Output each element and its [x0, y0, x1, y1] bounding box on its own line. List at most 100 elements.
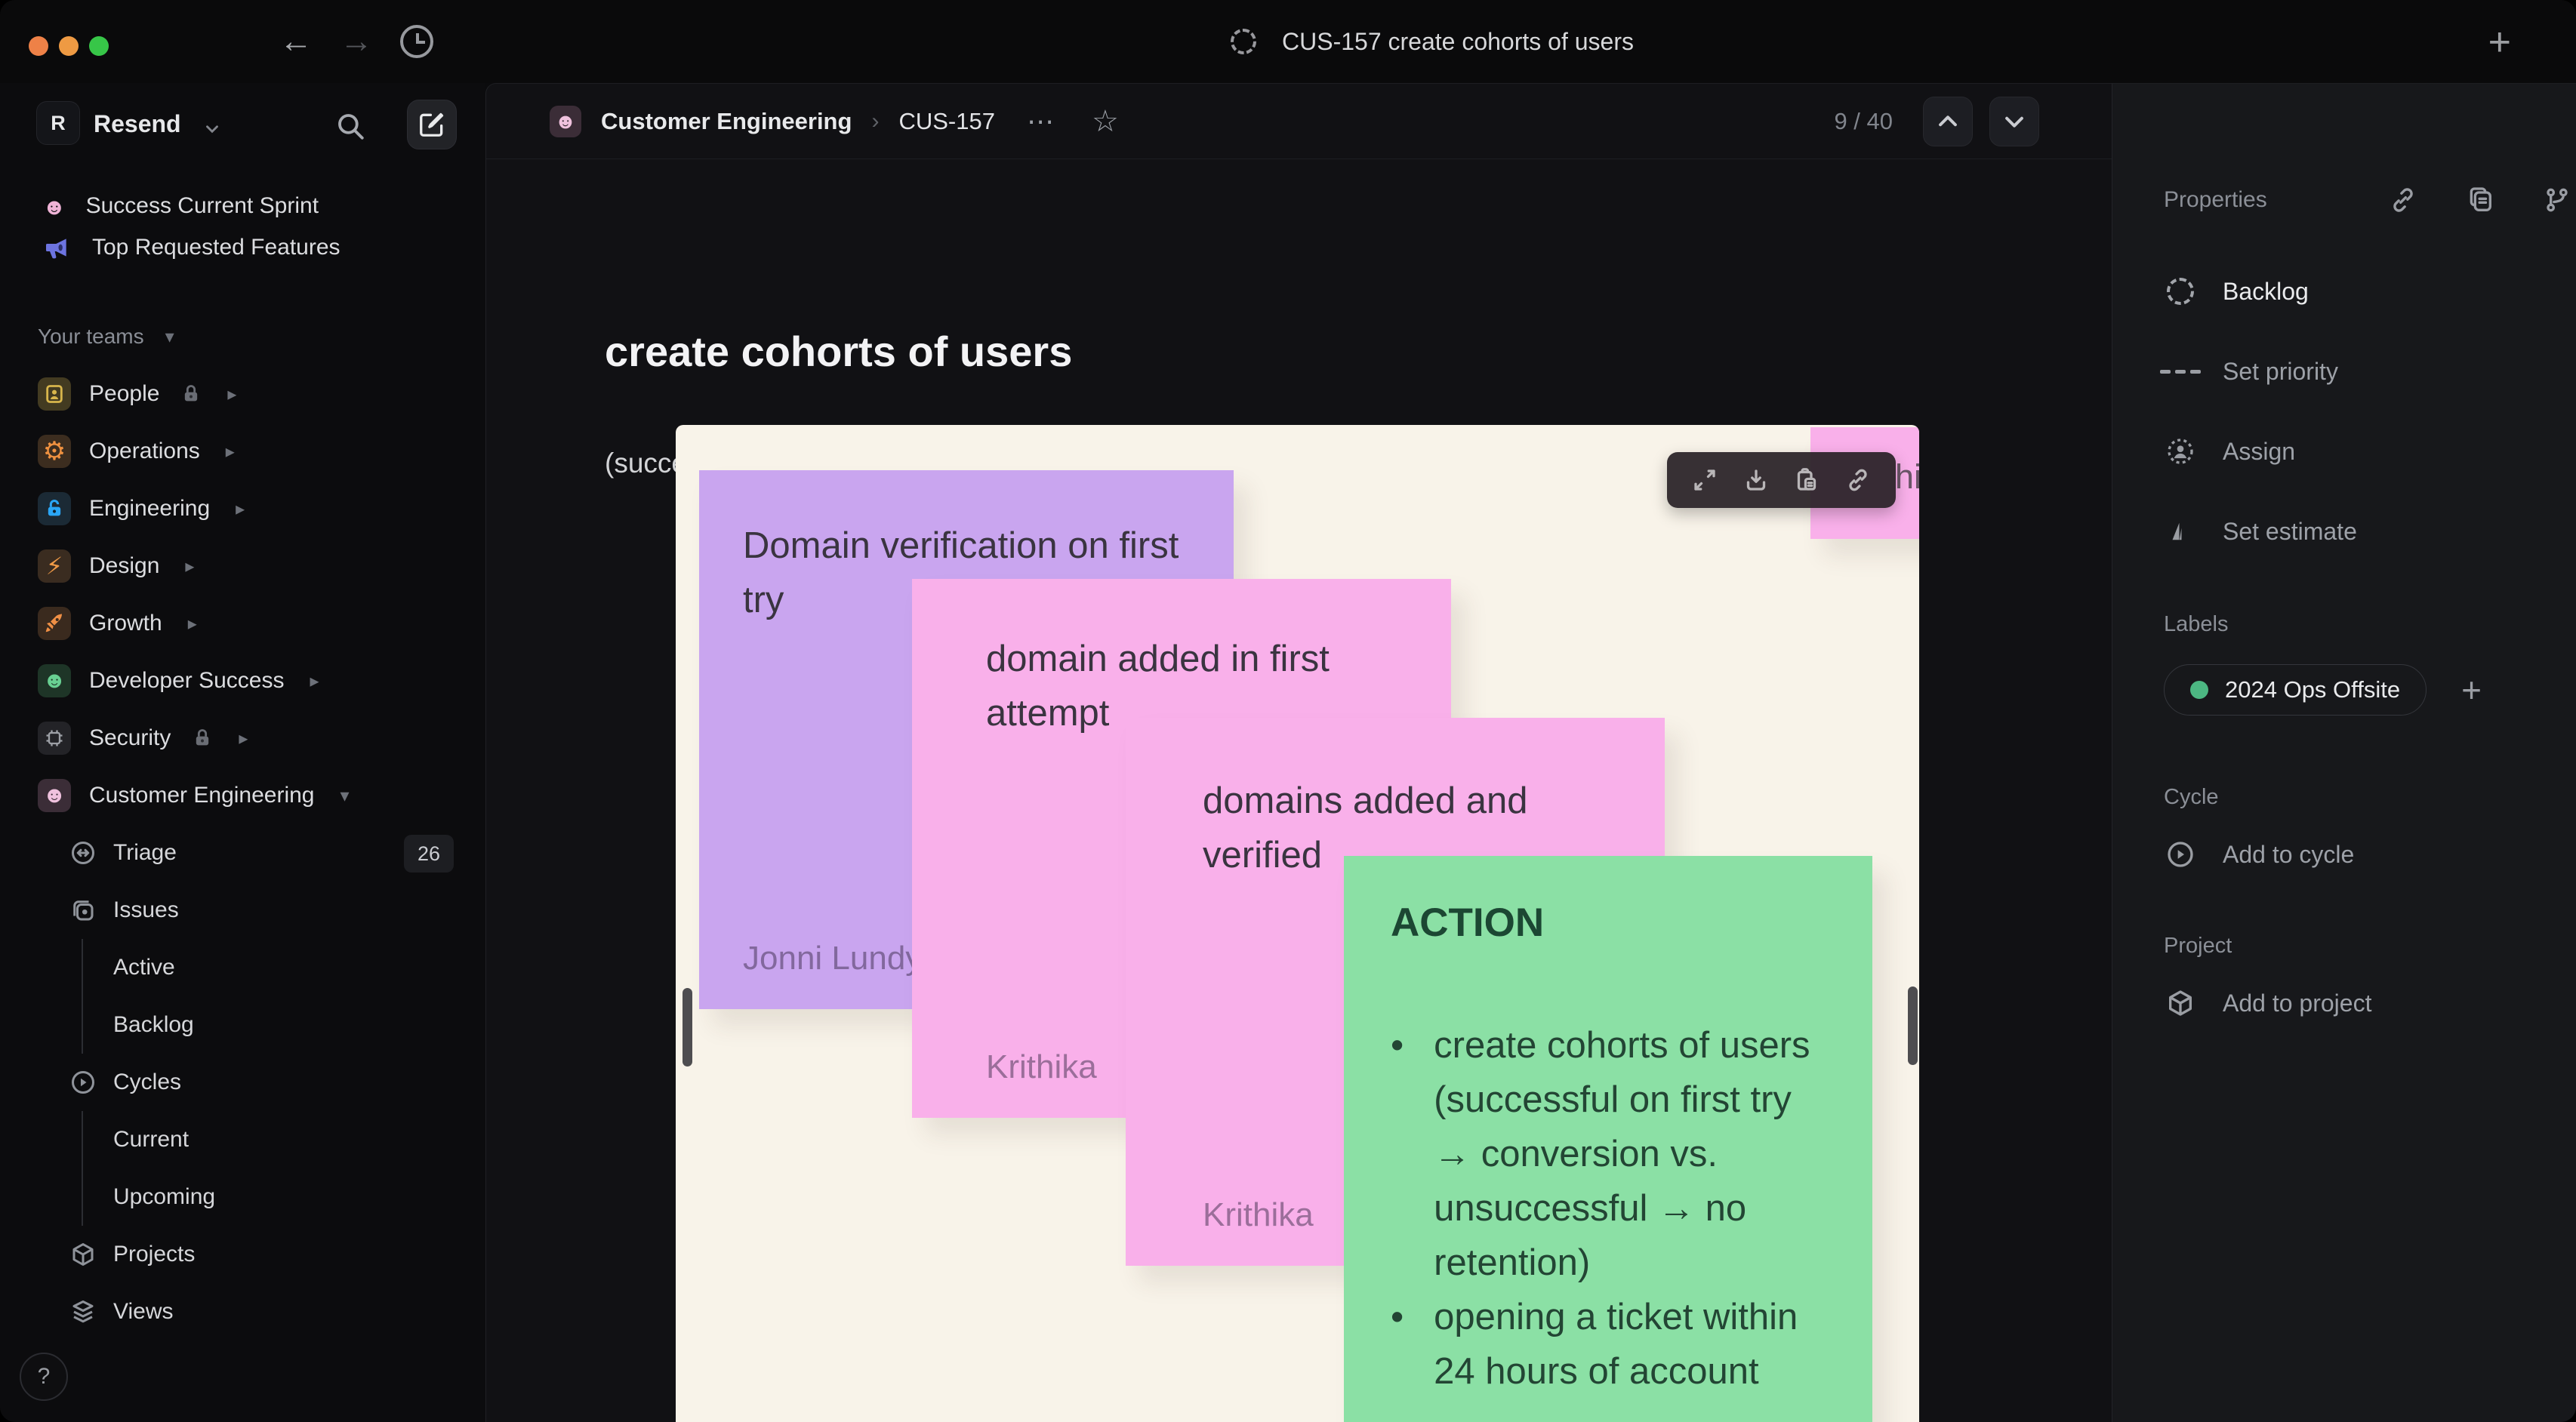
cycle-section-heading: Cycle	[2164, 785, 2219, 809]
help-button[interactable]: ?	[20, 1353, 68, 1401]
triage-count-badge: 26	[404, 835, 454, 873]
green-note-bullet-1: • create cohorts of users (successful on…	[1391, 1025, 1810, 1284]
window-title: CUS-157 create cohorts of users	[1282, 27, 1634, 55]
issue-position-indicator: 9 / 40	[1834, 108, 1893, 134]
sidebar-team-engineering[interactable]: Engineering ▸	[0, 480, 485, 537]
triage-icon	[72, 842, 94, 864]
star-eyes-smiley-icon: ☻	[38, 664, 71, 697]
chevron-right-icon: ▸	[227, 383, 237, 405]
link-icon[interactable]	[1844, 466, 1872, 494]
sidebar-item-views[interactable]: Views	[0, 1283, 485, 1340]
backlog-status-icon	[2167, 278, 2194, 305]
team-smiley-icon: ☻	[550, 106, 581, 137]
add-label-plus-icon[interactable]: +	[2461, 669, 2482, 710]
sidebar-item-current[interactable]: Current	[83, 1111, 485, 1168]
chevron-right-icon: ▸	[185, 556, 195, 577]
chevron-right-icon: ▸	[225, 441, 235, 462]
issue-panel: ☻ Customer Engineering › CUS-157 ⋯ ☆ 9 /…	[485, 83, 2112, 1422]
rocket-icon	[38, 607, 71, 640]
breadcrumb-team[interactable]: Customer Engineering	[601, 108, 852, 135]
sidebar: R Resend ☻ Success Current Sprint Top Re…	[0, 83, 485, 1422]
set-priority-row[interactable]: Set priority	[2160, 351, 2576, 392]
next-issue-button[interactable]	[1989, 97, 2039, 146]
issues-subtree: Active Backlog	[82, 939, 485, 1054]
smiley-face-icon: ☻	[42, 195, 66, 219]
download-icon[interactable]	[1742, 466, 1770, 494]
close-window-button[interactable]	[29, 36, 48, 56]
image-hover-toolbar	[1667, 452, 1896, 508]
sidebar-item-success-current-sprint[interactable]: ☻ Success Current Sprint	[0, 174, 485, 219]
corner-note-text-fragment: hi	[1895, 457, 1919, 496]
sidebar-team-developer-success[interactable]: ☻ Developer Success ▸	[0, 652, 485, 709]
sidebar-item-cycles[interactable]: Cycles	[0, 1054, 485, 1111]
add-to-project-row[interactable]: Add to project	[2164, 983, 2576, 1023]
chevron-down-icon	[206, 125, 218, 134]
sidebar-item-upcoming[interactable]: Upcoming	[83, 1168, 485, 1226]
workspace-switcher[interactable]: Resend	[94, 110, 181, 138]
issue-title[interactable]: create cohorts of users	[605, 327, 1072, 376]
copy-link-icon[interactable]	[2388, 185, 2418, 215]
previous-issue-button[interactable]	[1923, 97, 1973, 146]
set-estimate-row[interactable]: Set estimate	[2164, 511, 2576, 552]
labels-section-heading: Labels	[2164, 612, 2229, 636]
label-color-dot	[2190, 681, 2208, 699]
lock-icon	[185, 385, 198, 402]
sidebar-team-operations[interactable]: ⚙ Operations ▸	[0, 423, 485, 480]
linear-app-window: ← → CUS-157 create cohorts of users + R …	[0, 0, 2576, 1422]
forward-arrow-icon[interactable]: →	[340, 25, 373, 58]
views-layers-icon	[72, 1300, 94, 1323]
assignee-person-icon	[2168, 439, 2193, 464]
sidebar-team-customer-engineering[interactable]: ☻ Customer Engineering ▾	[0, 767, 485, 824]
backlog-status-icon	[1231, 29, 1256, 54]
workspace-logo[interactable]: R	[36, 101, 80, 145]
new-issue-compose-button[interactable]	[407, 100, 457, 149]
assign-row[interactable]: Assign	[2164, 431, 2576, 472]
expand-icon[interactable]	[1691, 466, 1718, 494]
sidebar-team-growth[interactable]: Growth ▸	[0, 595, 485, 652]
estimate-triangle-icon	[2172, 522, 2182, 540]
chevron-right-icon: ▸	[187, 613, 197, 634]
attachment-image[interactable]: Domain verification on first try Jonni L…	[676, 425, 1919, 1422]
cycles-icon	[72, 1071, 94, 1094]
cycles-subtree: Current Upcoming	[82, 1111, 485, 1226]
chevron-right-icon: ▸	[239, 728, 248, 749]
properties-panel: Properties Backlog Set priority Assign S…	[2112, 83, 2576, 1422]
sticky-note-green: ACTION • create cohorts of users (succes…	[1344, 856, 1872, 1422]
chevron-right-icon: ▸	[310, 670, 319, 691]
image-resize-handle-right[interactable]	[1908, 986, 1918, 1065]
search-icon[interactable]	[334, 110, 366, 142]
sidebar-item-issues[interactable]: Issues	[0, 882, 485, 939]
your-teams-section-header[interactable]: Your teams ▾	[0, 308, 485, 365]
add-to-cycle-row[interactable]: Add to cycle	[2164, 834, 2576, 875]
back-arrow-icon[interactable]: ←	[279, 25, 313, 58]
breadcrumb-separator: ›	[871, 109, 880, 134]
sidebar-team-people[interactable]: People ▸	[0, 365, 485, 423]
breadcrumb-issue-id[interactable]: CUS-157	[898, 108, 995, 135]
git-branch-icon[interactable]	[2542, 185, 2572, 215]
image-resize-handle-left[interactable]	[683, 988, 692, 1066]
sidebar-item-active[interactable]: Active	[83, 939, 485, 996]
megaphone-icon	[46, 239, 66, 259]
new-tab-plus-icon[interactable]: +	[2488, 20, 2511, 65]
label-pill[interactable]: 2024 Ops Offsite	[2164, 664, 2427, 716]
titlebar: ← → CUS-157 create cohorts of users +	[0, 0, 2576, 83]
sidebar-item-top-requested-features[interactable]: Top Requested Features	[0, 219, 485, 276]
priority-dashes-icon	[2160, 369, 2201, 374]
sidebar-item-triage[interactable]: Triage 26	[0, 824, 485, 882]
sidebar-item-backlog[interactable]: Backlog	[83, 996, 485, 1054]
history-clock-icon[interactable]	[400, 25, 433, 58]
status-row[interactable]: Backlog	[2164, 271, 2576, 312]
copy-id-icon[interactable]	[2465, 185, 2495, 215]
favorite-star-icon[interactable]: ☆	[1092, 104, 1119, 139]
more-options-icon[interactable]: ⋯	[1027, 106, 1055, 137]
note-author: Krithika	[986, 1048, 1097, 1085]
sidebar-team-security[interactable]: Security ▸	[0, 709, 485, 767]
zoom-window-button[interactable]	[89, 36, 109, 56]
copy-to-clipboard-icon[interactable]	[1793, 466, 1820, 494]
green-note-bullet-2: • opening a ticket within 24 hours of ac…	[1391, 1297, 1798, 1393]
sidebar-team-design[interactable]: ⚡ Design ▸	[0, 537, 485, 595]
issue-header: ☻ Customer Engineering › CUS-157 ⋯ ☆ 9 /…	[486, 84, 2112, 159]
projects-cube-icon	[72, 1243, 94, 1266]
minimize-window-button[interactable]	[59, 36, 79, 56]
sidebar-item-projects[interactable]: Projects	[0, 1226, 485, 1283]
